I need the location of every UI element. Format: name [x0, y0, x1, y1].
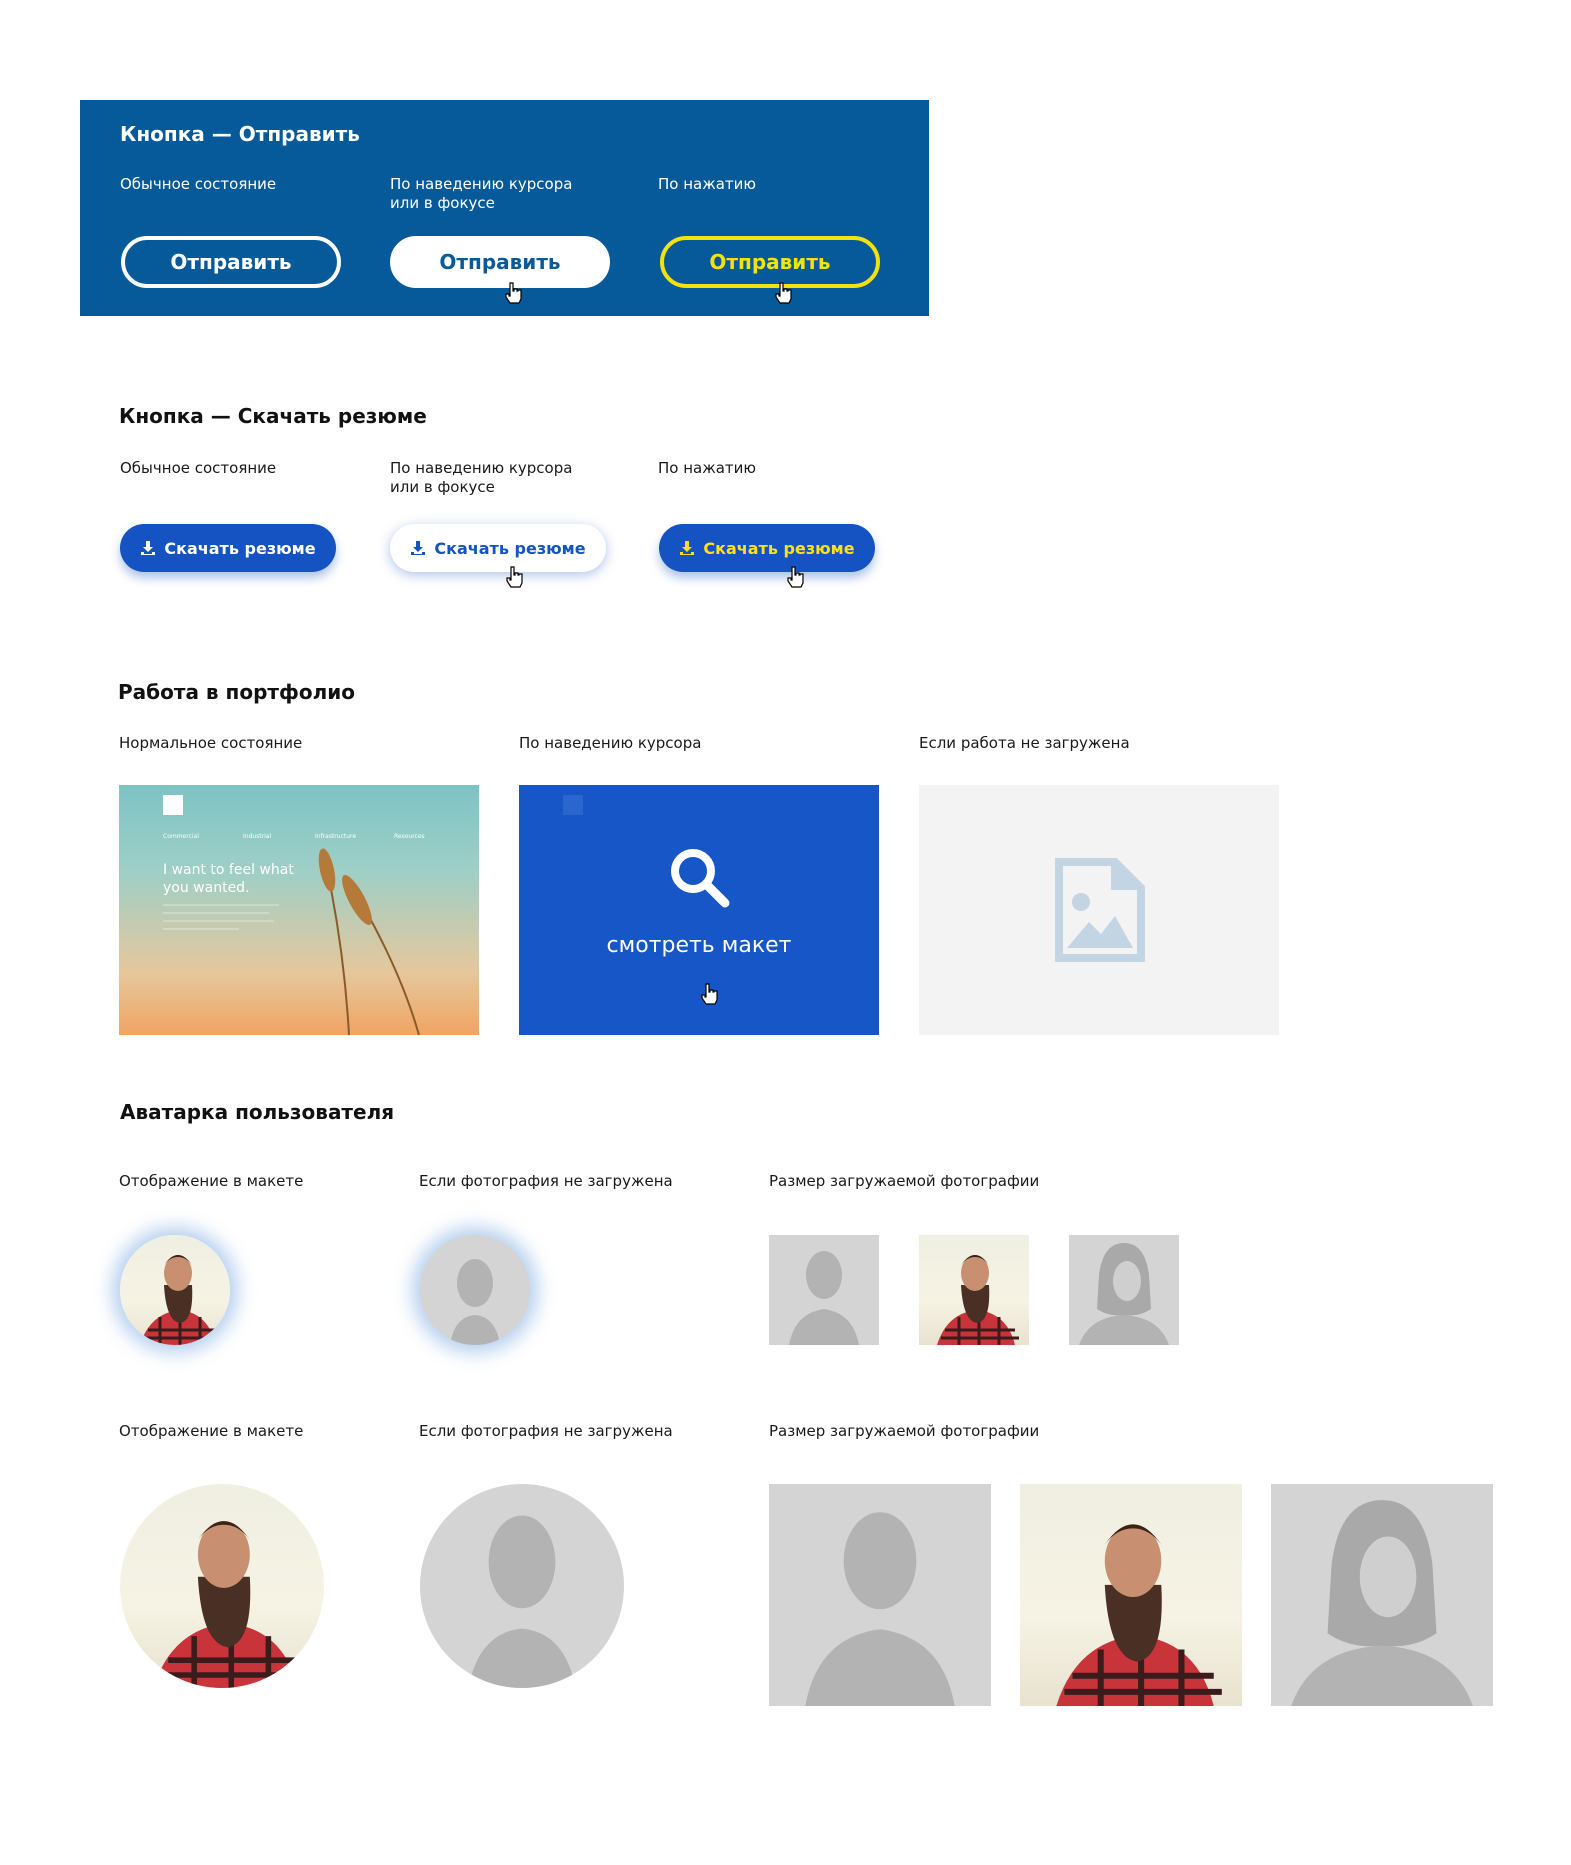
resume-state-label-normal: Обычное состояние — [120, 459, 277, 477]
resume-state-label-hover: По наведению курсора или в фокусе — [390, 459, 573, 496]
avatar-placeholder-large — [420, 1484, 624, 1688]
avatar-row2-label-layout: Отображение в макете — [119, 1422, 304, 1440]
send-state-label-pressed: По нажатию — [658, 175, 757, 193]
download-icon — [679, 540, 695, 556]
male-silhouette-icon — [805, 1512, 955, 1706]
cursor-hand-icon — [505, 282, 523, 304]
female-silhouette-icon — [1291, 1500, 1473, 1706]
portfolio-card-normal[interactable]: Commercial Industrial Infrastructure Res… — [119, 785, 479, 1035]
portfolio-card-hover[interactable]: смотреть макет — [519, 785, 879, 1035]
portfolio-section-title: Работа в портфолио — [118, 680, 355, 704]
download-resume-button-normal[interactable]: Скачать резюме — [120, 524, 336, 572]
avatar-row1-label-size: Размер загружаемой фотографии — [769, 1172, 1040, 1190]
download-resume-label: Скачать резюме — [164, 538, 316, 558]
avatar-row2-label-size: Размер загружаемой фотографии — [769, 1422, 1040, 1440]
avatar-upload-placeholder-female-small — [1069, 1235, 1179, 1345]
portfolio-state-label-hover: По наведению курсора — [519, 734, 702, 752]
avatar-row2-label-empty: Если фотография не загружена — [419, 1422, 673, 1440]
send-state-label-hover: По наведению курсора или в фокусе — [390, 175, 573, 212]
avatar-placeholder-small — [420, 1235, 530, 1345]
avatar-upload-photo-large — [1020, 1484, 1242, 1706]
avatar-photo-large — [120, 1484, 324, 1688]
send-state-label-normal: Обычное состояние — [120, 175, 277, 193]
cursor-hand-icon — [775, 282, 793, 304]
portfolio-state-label-normal: Нормальное состояние — [119, 734, 303, 752]
female-silhouette-icon — [1079, 1243, 1169, 1345]
search-icon — [667, 845, 731, 909]
send-button-hover[interactable]: Отправить — [390, 236, 610, 288]
cursor-hand-icon — [506, 566, 524, 588]
resume-section-title: Кнопка — Скачать резюме — [119, 404, 427, 428]
send-button-panel: Кнопка — Отправить Обычное состояние По … — [80, 100, 929, 316]
download-icon — [140, 540, 156, 556]
cursor-hand-icon — [787, 566, 805, 588]
cursor-hand-icon — [701, 983, 719, 1005]
download-icon — [410, 540, 426, 556]
avatar-upload-placeholder-male-small — [769, 1235, 879, 1345]
avatar-section-title: Аватарка пользователя — [120, 1100, 395, 1124]
download-resume-label: Скачать резюме — [434, 538, 586, 558]
avatar-row1-label-empty: Если фотография не загружена — [419, 1172, 673, 1190]
avatar-photo-small — [120, 1235, 230, 1345]
resume-state-label-pressed: По нажатию — [658, 459, 757, 477]
avatar-row1-label-layout: Отображение в макете — [119, 1172, 304, 1190]
portfolio-state-label-empty: Если работа не загружена — [919, 734, 1130, 752]
avatar-upload-placeholder-male-large — [769, 1484, 991, 1706]
male-silhouette-icon — [468, 1515, 576, 1688]
download-resume-button-hover[interactable]: Скачать резюме — [390, 524, 606, 572]
preview-logo — [563, 795, 583, 815]
view-layout-text: смотреть макет — [606, 933, 792, 958]
send-button-normal[interactable]: Отправить — [121, 236, 341, 288]
send-section-title: Кнопка — Отправить — [120, 122, 360, 146]
avatar-upload-placeholder-female-large — [1271, 1484, 1493, 1706]
send-button-pressed[interactable]: Отправить — [660, 236, 880, 288]
avatar-upload-photo-small — [919, 1235, 1029, 1345]
portfolio-card-empty — [919, 785, 1279, 1035]
image-placeholder-icon — [1055, 858, 1145, 962]
male-silhouette-icon — [789, 1251, 859, 1345]
download-resume-label: Скачать резюме — [703, 538, 855, 558]
male-silhouette-icon — [450, 1259, 500, 1345]
wheat-illustration — [163, 848, 420, 1035]
download-resume-button-pressed[interactable]: Скачать резюме — [659, 524, 875, 572]
